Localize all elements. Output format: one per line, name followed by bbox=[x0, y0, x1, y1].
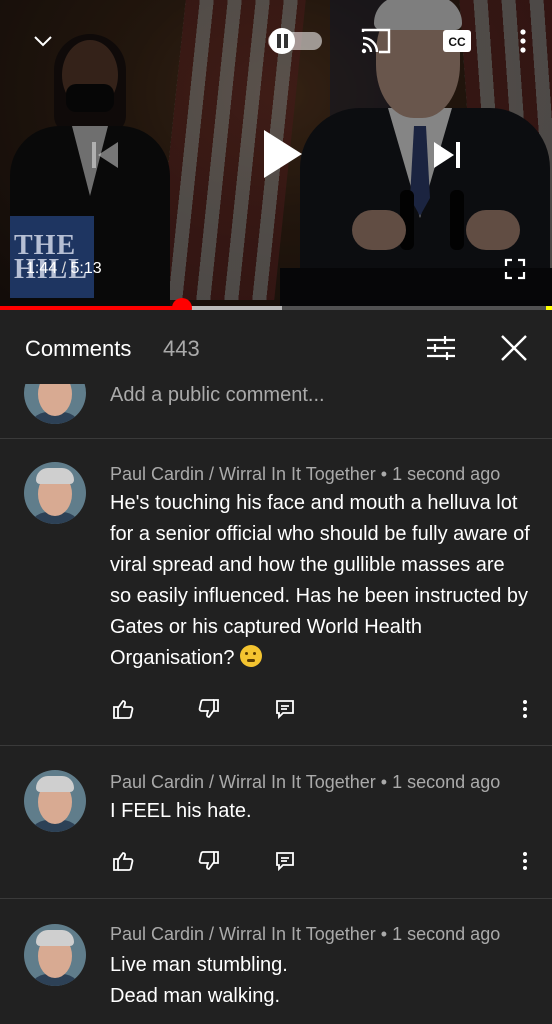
reply-icon[interactable] bbox=[270, 846, 300, 876]
comment-text: Live man stumbling. Dead man walking. bbox=[110, 954, 288, 1007]
comment-meta: Paul Cardin / Wirral In It Together • 1 … bbox=[110, 464, 501, 484]
comments-count: 443 bbox=[163, 336, 200, 361]
comments-title: Comments bbox=[25, 336, 132, 361]
like-icon[interactable] bbox=[108, 694, 138, 724]
avatar[interactable] bbox=[24, 924, 86, 986]
comment-author[interactable]: Paul Cardin / Wirral In It Together bbox=[110, 464, 376, 484]
comment: Paul Cardin / Wirral In It Together • 1 … bbox=[0, 438, 552, 746]
comment-time: 1 second ago bbox=[392, 772, 501, 792]
comment-author[interactable]: Paul Cardin / Wirral In It Together bbox=[110, 772, 376, 792]
more-vertical-icon[interactable] bbox=[508, 24, 538, 58]
video-player[interactable]: THE HILL CC 1:44 / 5:13 bbox=[0, 0, 552, 310]
current-time: 1:44 bbox=[26, 260, 58, 277]
comment-meta: Paul Cardin / Wirral In It Together • 1 … bbox=[110, 924, 501, 944]
thinking-face-emoji bbox=[240, 645, 263, 667]
dislike-icon[interactable] bbox=[194, 694, 224, 724]
like-icon[interactable] bbox=[108, 846, 138, 876]
comment-meta: Paul Cardin / Wirral In It Together • 1 … bbox=[110, 772, 501, 792]
played-bar bbox=[0, 306, 183, 310]
chevron-down-icon[interactable] bbox=[26, 24, 60, 58]
sort-filter-icon[interactable] bbox=[421, 330, 461, 366]
skip-next-icon[interactable] bbox=[428, 134, 468, 176]
avatar bbox=[24, 384, 86, 424]
comment: Paul Cardin / Wirral In It Together • 1 … bbox=[0, 898, 552, 1024]
skip-previous-icon[interactable] bbox=[84, 134, 124, 176]
dislike-icon[interactable] bbox=[194, 846, 224, 876]
comment-author[interactable]: Paul Cardin / Wirral In It Together bbox=[110, 924, 376, 944]
time-display: 1:44 / 5:13 bbox=[26, 260, 102, 278]
comment: Paul Cardin / Wirral In It Together • 1 … bbox=[0, 746, 552, 899]
cc-icon[interactable]: CC bbox=[440, 26, 474, 56]
add-comment-row[interactable]: Add a public comment... bbox=[0, 384, 552, 439]
autoplay-toggle-icon[interactable] bbox=[266, 26, 324, 56]
total-time: 5:13 bbox=[70, 260, 102, 277]
svg-text:CC: CC bbox=[448, 35, 466, 49]
comment-text: He's touching his face and mouth a hellu… bbox=[110, 492, 530, 669]
comments-header: Comments 443 bbox=[0, 312, 552, 384]
progress-marker bbox=[546, 306, 552, 310]
avatar[interactable] bbox=[24, 462, 86, 524]
more-vertical-icon[interactable] bbox=[510, 846, 540, 876]
channel-logo: THE HILL bbox=[10, 216, 94, 298]
close-icon[interactable] bbox=[494, 330, 534, 366]
comment-text: I FEEL his hate. bbox=[110, 800, 252, 822]
avatar[interactable] bbox=[24, 770, 86, 832]
cast-icon[interactable] bbox=[358, 24, 394, 58]
fullscreen-icon[interactable] bbox=[500, 254, 530, 284]
time-separator: / bbox=[61, 260, 67, 277]
more-vertical-icon[interactable] bbox=[510, 694, 540, 724]
play-icon[interactable] bbox=[254, 124, 310, 184]
reply-icon[interactable] bbox=[270, 694, 300, 724]
comment-time: 1 second ago bbox=[392, 464, 501, 484]
add-comment-input[interactable]: Add a public comment... bbox=[110, 384, 325, 407]
comment-time: 1 second ago bbox=[392, 924, 501, 944]
seek-bar[interactable] bbox=[0, 298, 552, 310]
